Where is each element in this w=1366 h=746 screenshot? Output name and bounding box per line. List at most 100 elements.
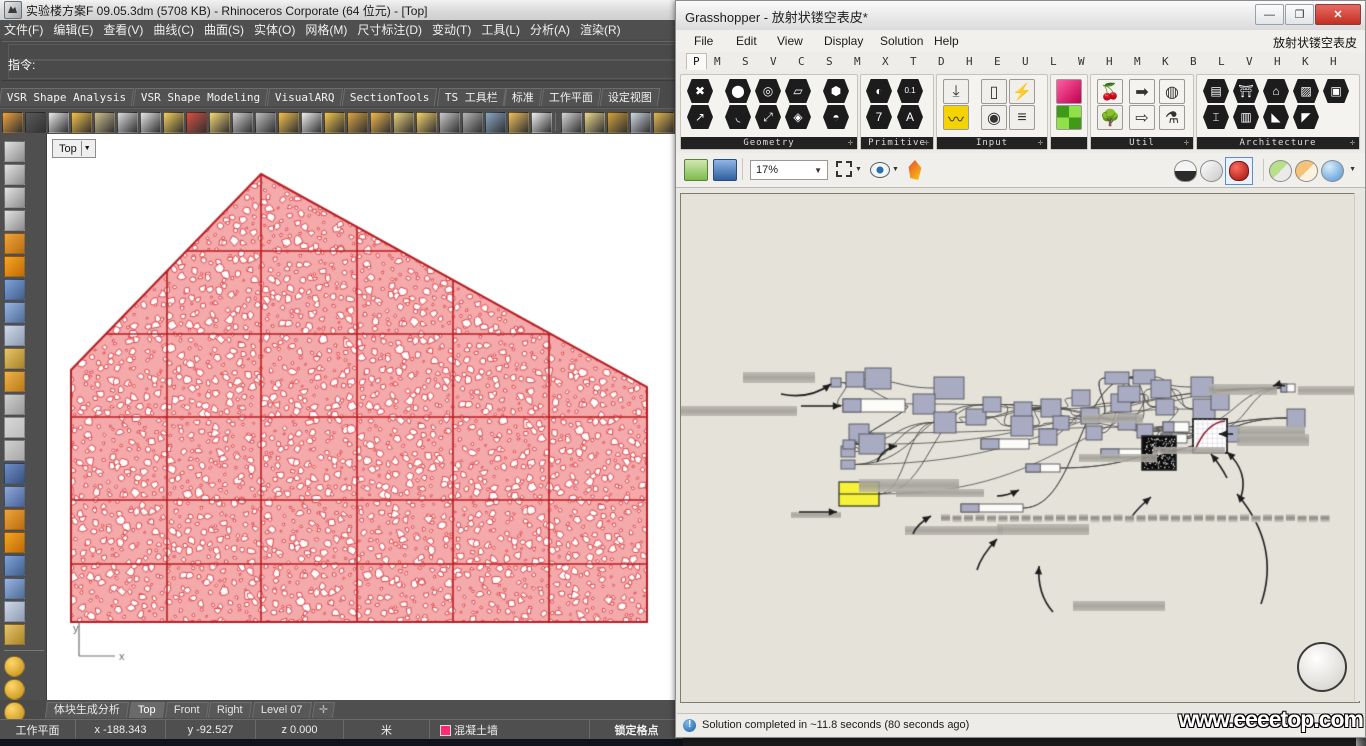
gh-tab-letter-18[interactable]: B — [1190, 55, 1197, 68]
chevron-down-icon[interactable]: ▼ — [80, 141, 93, 156]
rhino-toolbar-button-27[interactable] — [630, 111, 651, 133]
gh-menu-help[interactable]: Help — [934, 34, 959, 48]
ribbon-component-0-1-0[interactable]: ↗ — [687, 105, 713, 129]
rhino-toolbar-button-8[interactable] — [186, 111, 207, 133]
rhino-menu-item-0[interactable]: 文件(F) — [4, 21, 43, 38]
gh-tab-letter-10[interactable]: H — [966, 55, 973, 68]
gh-tab-letter-2[interactable]: S — [742, 55, 749, 68]
rhino-left-tool-18[interactable] — [4, 555, 25, 576]
gh-secondary-toolbar[interactable]: 17% ▼ ▼ ▼ ▼ — [676, 153, 1365, 188]
rhino-toolbar-tab-1[interactable]: VSR Shape Modeling — [132, 88, 269, 106]
minimize-button[interactable]: — — [1255, 4, 1284, 25]
gh-menu-solution[interactable]: Solution — [880, 34, 923, 48]
gh-tab-letter-6[interactable]: M — [854, 55, 861, 68]
ribbon-component-0-0-3[interactable]: ▱ — [785, 79, 811, 103]
ribbon-component-2-1-2[interactable]: ≡ — [1009, 105, 1035, 130]
gh-tab-letter-16[interactable]: M — [1134, 55, 1141, 68]
rhino-toolbar-button-19[interactable] — [439, 111, 460, 133]
gh-tab-letter-9[interactable]: D — [938, 55, 945, 68]
rhino-toolbar-tab-4[interactable]: TS 工具栏 — [436, 88, 506, 106]
rhino-viewport-canvas[interactable] — [47, 134, 680, 700]
gh-menu-view[interactable]: View — [777, 34, 803, 48]
zoom-level-input[interactable]: 17% ▼ — [750, 160, 828, 180]
gh-menu-file[interactable]: File — [694, 34, 713, 48]
rhino-toolbar-button-20[interactable] — [462, 111, 483, 133]
rhino-left-tool-23[interactable] — [4, 679, 25, 700]
ribbon-component-0-1-3[interactable]: ◈ — [785, 105, 811, 129]
gh-tab-letter-15[interactable]: H — [1106, 55, 1113, 68]
ribbon-component-4-1-2[interactable]: ⚗ — [1159, 105, 1185, 130]
preview-shaded-icon[interactable] — [1295, 160, 1318, 182]
rhino-left-tool-3[interactable] — [4, 210, 25, 231]
gh-tab-letter-17[interactable]: K — [1162, 55, 1169, 68]
gh-tab-letter-0[interactable]: P — [686, 53, 707, 70]
rhino-left-toolbar[interactable] — [0, 134, 46, 746]
chevron-down-icon[interactable]: ▼ — [855, 166, 862, 173]
gh-tab-letter-22[interactable]: K — [1302, 55, 1309, 68]
ribbon-component-5-0-1[interactable]: ⛩ — [1233, 79, 1259, 103]
rhino-toolbar-button-13[interactable] — [301, 111, 322, 133]
rhino-left-tool-16[interactable] — [4, 509, 25, 530]
ribbon-component-2-1-0[interactable]: 〰 — [943, 105, 969, 130]
gh-tab-letter-19[interactable]: L — [1218, 55, 1225, 68]
gh-tab-letter-23[interactable]: H — [1330, 55, 1337, 68]
gh-tab-letter-21[interactable]: H — [1274, 55, 1281, 68]
rhino-toolbar-tab-0[interactable]: VSR Shape Analysis — [0, 88, 135, 106]
viewport-title-tab[interactable]: Top ▼ — [52, 139, 96, 158]
gh-tab-letter-3[interactable]: V — [770, 55, 777, 68]
gh-tab-letter-13[interactable]: L — [1050, 55, 1057, 68]
wireframe-mode-icon[interactable] — [1200, 160, 1223, 182]
folder-open-icon[interactable] — [684, 159, 708, 181]
rhino-toolbar-button-17[interactable] — [393, 111, 414, 133]
rhino-toolbar-button-10[interactable] — [232, 111, 253, 133]
rhino-left-tool-12[interactable] — [4, 417, 25, 438]
rhino-menu-item-1[interactable]: 编辑(E) — [53, 21, 93, 38]
close-button[interactable]: ✕ — [1315, 4, 1361, 25]
ribbon-component-5-1-2[interactable]: ◣ — [1263, 105, 1289, 129]
gh-tab-letter-7[interactable]: X — [882, 55, 889, 68]
viewport-tab-5[interactable]: ✛ — [311, 701, 336, 718]
rhino-menubar[interactable]: 文件(F) 编辑(E) 查看(V) 曲线(C) 曲面(S) 实体(O) 网格(M) 尺寸标注(… — [0, 20, 683, 39]
rhino-toolbar-tabs[interactable]: VSR Shape Analysis VSR Shape Modeling Visu… — [0, 86, 683, 108]
ribbon-component-0-0-0[interactable]: ✖ — [687, 79, 713, 103]
ribbon-component-0-1-4[interactable]: ◓ — [823, 105, 849, 129]
ribbon-expander-icon[interactable]: ✛ — [924, 137, 930, 149]
rhino-toolbar-button-15[interactable] — [347, 111, 368, 133]
rhino-command-input[interactable] — [8, 60, 678, 79]
gh-tab-strip[interactable]: PMSVCSMXTDHEULWHMKBLVHKH — [676, 52, 1365, 72]
rhino-left-tool-15[interactable] — [4, 486, 25, 507]
rhino-menu-item-10[interactable]: 分析(A) — [530, 21, 570, 38]
rhino-toolbar-button-25[interactable] — [584, 111, 605, 133]
gh-menubar[interactable]: 放射状镂空表皮 File Edit View Display Solution Help — [676, 30, 1365, 53]
ribbon-expander-icon[interactable]: ✛ — [1184, 137, 1190, 149]
floppy-save-icon[interactable] — [713, 159, 737, 181]
maximize-button[interactable]: ❐ — [1285, 4, 1314, 25]
ribbon-component-2-0-1[interactable]: ▯ — [981, 79, 1007, 104]
rhino-toolbar-button-21[interactable] — [485, 111, 506, 133]
rhino-viewport-tabs[interactable]: 体块生成分析 Top Front Right Level 07 ✛ — [44, 700, 683, 719]
chevron-down-icon[interactable]: ▼ — [1349, 166, 1356, 173]
gh-tab-letter-12[interactable]: U — [1022, 55, 1029, 68]
zoom-extents-icon[interactable] — [836, 161, 852, 177]
gh-tab-letter-14[interactable]: W — [1078, 55, 1085, 68]
gh-tab-letter-8[interactable]: T — [910, 55, 917, 68]
rhino-toolbar-button-2[interactable] — [48, 111, 69, 133]
rhino-menu-item-7[interactable]: 尺寸标注(D) — [357, 21, 422, 38]
gh-canvas[interactable] — [680, 193, 1360, 703]
ribbon-component-5-0-3[interactable]: ▨ — [1293, 79, 1319, 103]
ribbon-expander-icon[interactable]: ✛ — [1038, 137, 1044, 149]
ribbon-expander-icon[interactable]: ✛ — [848, 137, 854, 149]
window-controls[interactable]: — ❐ ✕ — [1254, 4, 1361, 25]
rhino-toolbar-button-12[interactable] — [278, 111, 299, 133]
rhino-toolbar-button-23[interactable] — [531, 111, 552, 133]
rhino-menu-item-5[interactable]: 实体(O) — [254, 21, 295, 38]
rhino-toolbar-tab-2[interactable]: VisualARQ — [267, 88, 344, 106]
rhino-toolbar-button-9[interactable] — [209, 111, 230, 133]
rhino-left-tool-4[interactable] — [4, 233, 25, 254]
rhino-left-tool-20[interactable] — [4, 601, 25, 622]
rhino-toolbar-button-11[interactable] — [255, 111, 276, 133]
bake-flame-icon[interactable] — [908, 160, 922, 180]
gh-tab-letter-1[interactable]: M — [714, 55, 721, 68]
rhino-left-tool-1[interactable] — [4, 164, 25, 185]
viewport-tab-4[interactable]: Level 07 — [252, 701, 312, 718]
